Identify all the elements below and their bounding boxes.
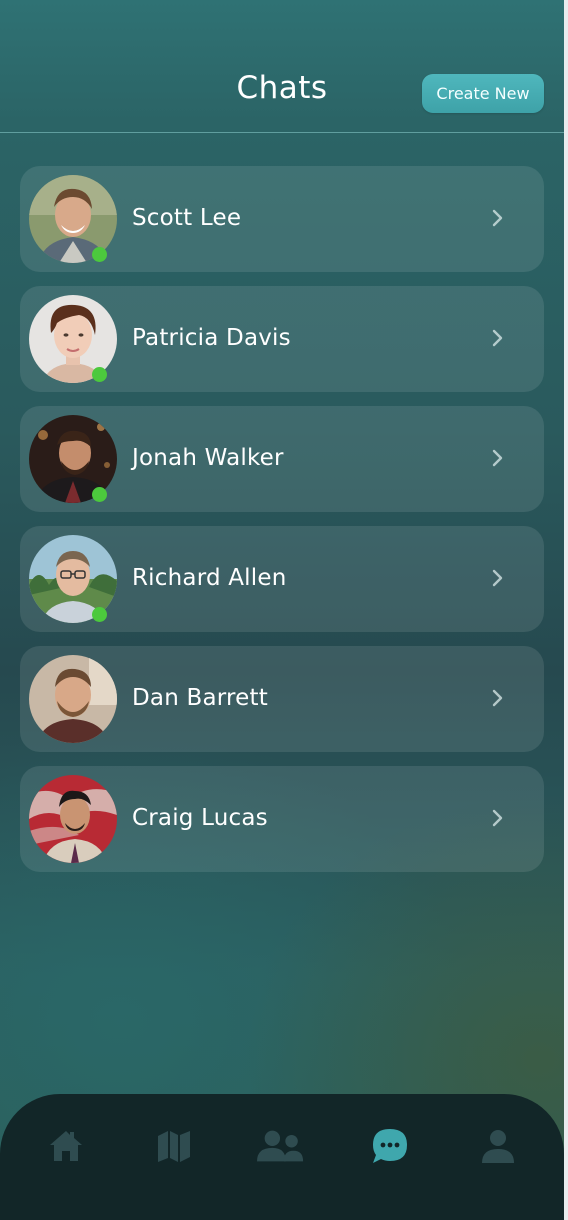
chat-row-jonah-walker[interactable]: Jonah Walker bbox=[20, 406, 544, 512]
chevron-right-icon bbox=[492, 809, 503, 827]
nav-map[interactable] bbox=[150, 1124, 198, 1168]
map-icon bbox=[158, 1131, 190, 1162]
chevron-right-icon bbox=[492, 449, 503, 467]
nav-chats[interactable] bbox=[366, 1124, 414, 1168]
online-status-dot bbox=[92, 487, 107, 502]
profile-icon bbox=[482, 1130, 514, 1163]
chat-name: Scott Lee bbox=[132, 205, 242, 231]
nav-home[interactable] bbox=[42, 1124, 90, 1168]
chat-name: Dan Barrett bbox=[132, 685, 268, 711]
chevron-right-icon bbox=[492, 689, 503, 707]
header: Chats Create New bbox=[0, 0, 564, 133]
chevron-right-icon bbox=[492, 209, 503, 227]
online-status-dot bbox=[92, 247, 107, 262]
chevron-right-icon bbox=[492, 569, 503, 587]
create-new-button[interactable]: Create New bbox=[422, 74, 544, 113]
chat-row-richard-allen[interactable]: Richard Allen bbox=[20, 526, 544, 632]
chevron-right-icon bbox=[492, 329, 503, 347]
online-status-dot bbox=[92, 367, 107, 382]
chat-row-dan-barrett[interactable]: Dan Barrett bbox=[20, 646, 544, 752]
bottom-nav bbox=[0, 1094, 564, 1220]
chat-row-scott-lee[interactable]: Scott Lee bbox=[20, 166, 544, 272]
avatar bbox=[29, 775, 117, 863]
chat-bubble-icon bbox=[373, 1129, 407, 1163]
avatar bbox=[29, 655, 117, 743]
users-icon bbox=[257, 1130, 304, 1162]
chat-row-patricia-davis[interactable]: Patricia Davis bbox=[20, 286, 544, 392]
chat-name: Richard Allen bbox=[132, 565, 287, 591]
nav-profile[interactable] bbox=[474, 1124, 522, 1168]
chat-name: Patricia Davis bbox=[132, 325, 291, 351]
nav-people[interactable] bbox=[257, 1124, 305, 1168]
chat-list: Scott Lee Patricia Davis Jonah Walker Ri… bbox=[20, 166, 544, 886]
home-icon bbox=[50, 1131, 82, 1161]
window-edge bbox=[564, 0, 568, 1220]
chat-name: Jonah Walker bbox=[132, 445, 284, 471]
online-status-dot bbox=[92, 607, 107, 622]
chat-row-craig-lucas[interactable]: Craig Lucas bbox=[20, 766, 544, 872]
chat-name: Craig Lucas bbox=[132, 805, 268, 831]
